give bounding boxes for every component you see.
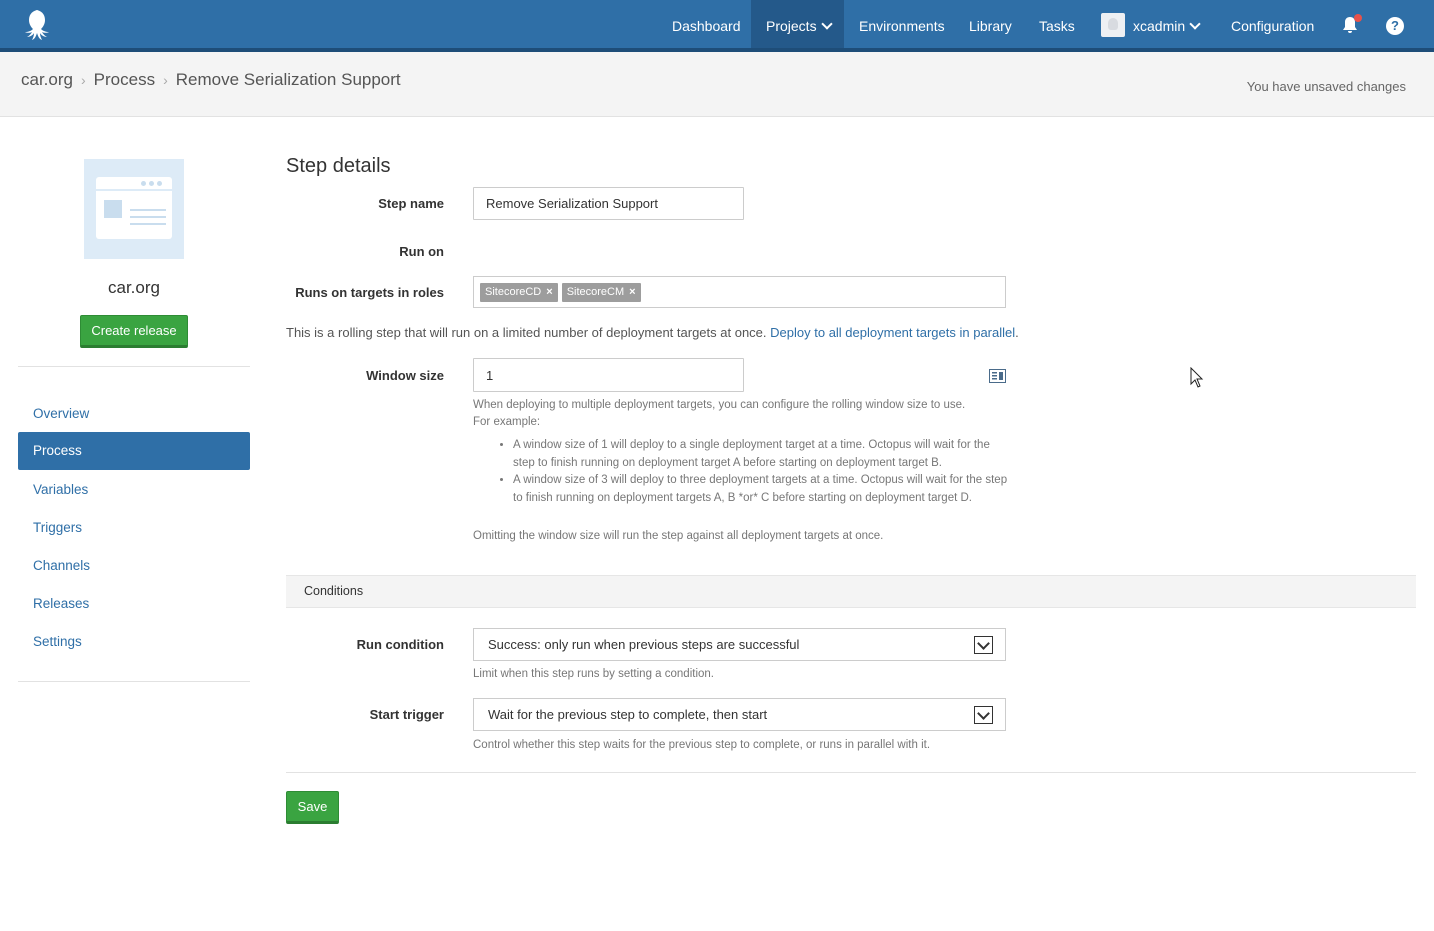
run-on-label: Run on	[399, 244, 444, 259]
user-name: xcadmin	[1133, 18, 1186, 34]
nav-projects-label: Projects	[766, 18, 817, 34]
step-name-input[interactable]	[473, 187, 744, 220]
list-item: A window size of 3 will deploy to three …	[513, 472, 1013, 507]
divider	[18, 366, 250, 367]
role-tag: SitecoreCM ×	[561, 283, 641, 302]
divider	[286, 772, 1416, 773]
text-line-icon	[130, 223, 166, 225]
chevron-down-icon	[974, 706, 993, 724]
octopus-logo-icon[interactable]	[22, 8, 56, 42]
breadcrumb-project[interactable]: car.org	[21, 70, 73, 89]
sidebar-item-triggers[interactable]: Triggers	[18, 509, 250, 547]
sidebar-item-settings[interactable]: Settings	[18, 623, 250, 661]
image-placeholder-icon	[104, 200, 122, 218]
breadcrumb: car.org › Process › Remove Serialization Sup…	[21, 70, 401, 90]
chevron-down-icon	[1189, 18, 1201, 30]
rolling-step-text: This is a rolling step that will run on …	[286, 325, 767, 340]
sidebar-item-channels[interactable]: Channels	[18, 547, 250, 585]
list-item: A window size of 1 will deploy to a sing…	[513, 437, 1013, 472]
breadcrumb-separator-icon: ›	[163, 72, 168, 88]
breadcrumb-section[interactable]: Process	[94, 70, 155, 89]
sidebar-item-releases[interactable]: Releases	[18, 585, 250, 623]
start-trigger-label: Start trigger	[369, 707, 444, 722]
remove-tag-icon[interactable]: ×	[546, 286, 552, 298]
window-size-help-example: For example:	[473, 416, 541, 428]
window-size-label: Window size	[366, 368, 444, 383]
role-tag-label: SitecoreCD	[485, 286, 542, 298]
text-line-icon	[130, 216, 166, 218]
rolling-step-notice: This is a rolling step that will run on …	[286, 325, 1019, 340]
start-trigger-select[interactable]: Wait for the previous step to complete, …	[473, 698, 1006, 731]
chevron-down-icon	[820, 18, 833, 30]
variable-binding-icon[interactable]	[989, 369, 1006, 383]
notification-badge	[1354, 14, 1362, 22]
sidebar-item-overview[interactable]: Overview	[18, 395, 250, 433]
run-condition-select[interactable]: Success: only run when previous steps ar…	[473, 628, 1006, 661]
divider	[18, 681, 250, 682]
text-line-icon	[130, 209, 166, 211]
role-tag: SitecoreCD ×	[480, 283, 558, 302]
sidebar-item-process[interactable]: Process	[18, 432, 250, 470]
save-button[interactable]: Save	[286, 791, 339, 824]
window-size-examples: A window size of 1 will deploy to a sing…	[473, 437, 1013, 507]
user-menu[interactable]: xcadmin	[1101, 0, 1201, 48]
sidebar-item-variables[interactable]: Variables	[18, 471, 250, 509]
breadcrumb-current: Remove Serialization Support	[175, 70, 401, 89]
step-name-label: Step name	[378, 196, 444, 211]
breadcrumb-separator-icon: ›	[80, 72, 86, 88]
nav-environments[interactable]: Environments	[859, 0, 945, 48]
avatar	[1101, 13, 1125, 38]
remove-tag-icon[interactable]: ×	[629, 286, 635, 298]
chevron-down-icon	[974, 636, 993, 654]
page-header: car.org › Process › Remove Serialization Sup…	[0, 52, 1434, 117]
nav-library[interactable]: Library	[969, 0, 1012, 48]
create-release-button[interactable]: Create release	[80, 315, 188, 348]
rolling-step-period: .	[1015, 325, 1019, 340]
window-size-input[interactable]	[473, 358, 744, 392]
roles-label: Runs on targets in roles	[295, 285, 444, 300]
nav-tasks[interactable]: Tasks	[1039, 0, 1075, 48]
dot-icon	[157, 181, 162, 186]
divider	[96, 189, 172, 191]
role-tag-label: SitecoreCM	[566, 286, 625, 298]
help-icon[interactable]: ?	[1386, 17, 1404, 35]
roles-input[interactable]: SitecoreCD × SitecoreCM ×	[473, 276, 1006, 308]
run-condition-value: Success: only run when previous steps ar…	[488, 637, 800, 652]
run-condition-label: Run condition	[356, 637, 444, 652]
unsaved-changes-notice: You have unsaved changes	[1246, 79, 1406, 94]
dot-icon	[149, 181, 154, 186]
project-name: car.org	[108, 278, 160, 297]
mouse-cursor-icon	[1190, 367, 1204, 388]
top-navbar: Dashboard Projects Environments Library …	[0, 0, 1434, 52]
run-condition-help: Limit when this step runs by setting a c…	[473, 668, 714, 680]
window-size-help: When deploying to multiple deployment ta…	[473, 399, 966, 411]
section-title: Step details	[286, 155, 391, 177]
nav-dashboard[interactable]: Dashboard	[672, 0, 741, 48]
start-trigger-value: Wait for the previous step to complete, …	[488, 707, 768, 722]
conditions-section-header[interactable]: Conditions	[286, 575, 1416, 608]
nav-configuration[interactable]: Configuration	[1231, 0, 1314, 48]
window-size-omit-help: Omitting the window size will run the st…	[473, 530, 884, 542]
nav-projects[interactable]: Projects	[751, 0, 844, 48]
start-trigger-help: Control whether this step waits for the …	[473, 739, 931, 751]
deploy-parallel-link[interactable]: Deploy to all deployment targets in para…	[770, 325, 1015, 340]
dot-icon	[141, 181, 146, 186]
project-logo	[84, 159, 184, 259]
